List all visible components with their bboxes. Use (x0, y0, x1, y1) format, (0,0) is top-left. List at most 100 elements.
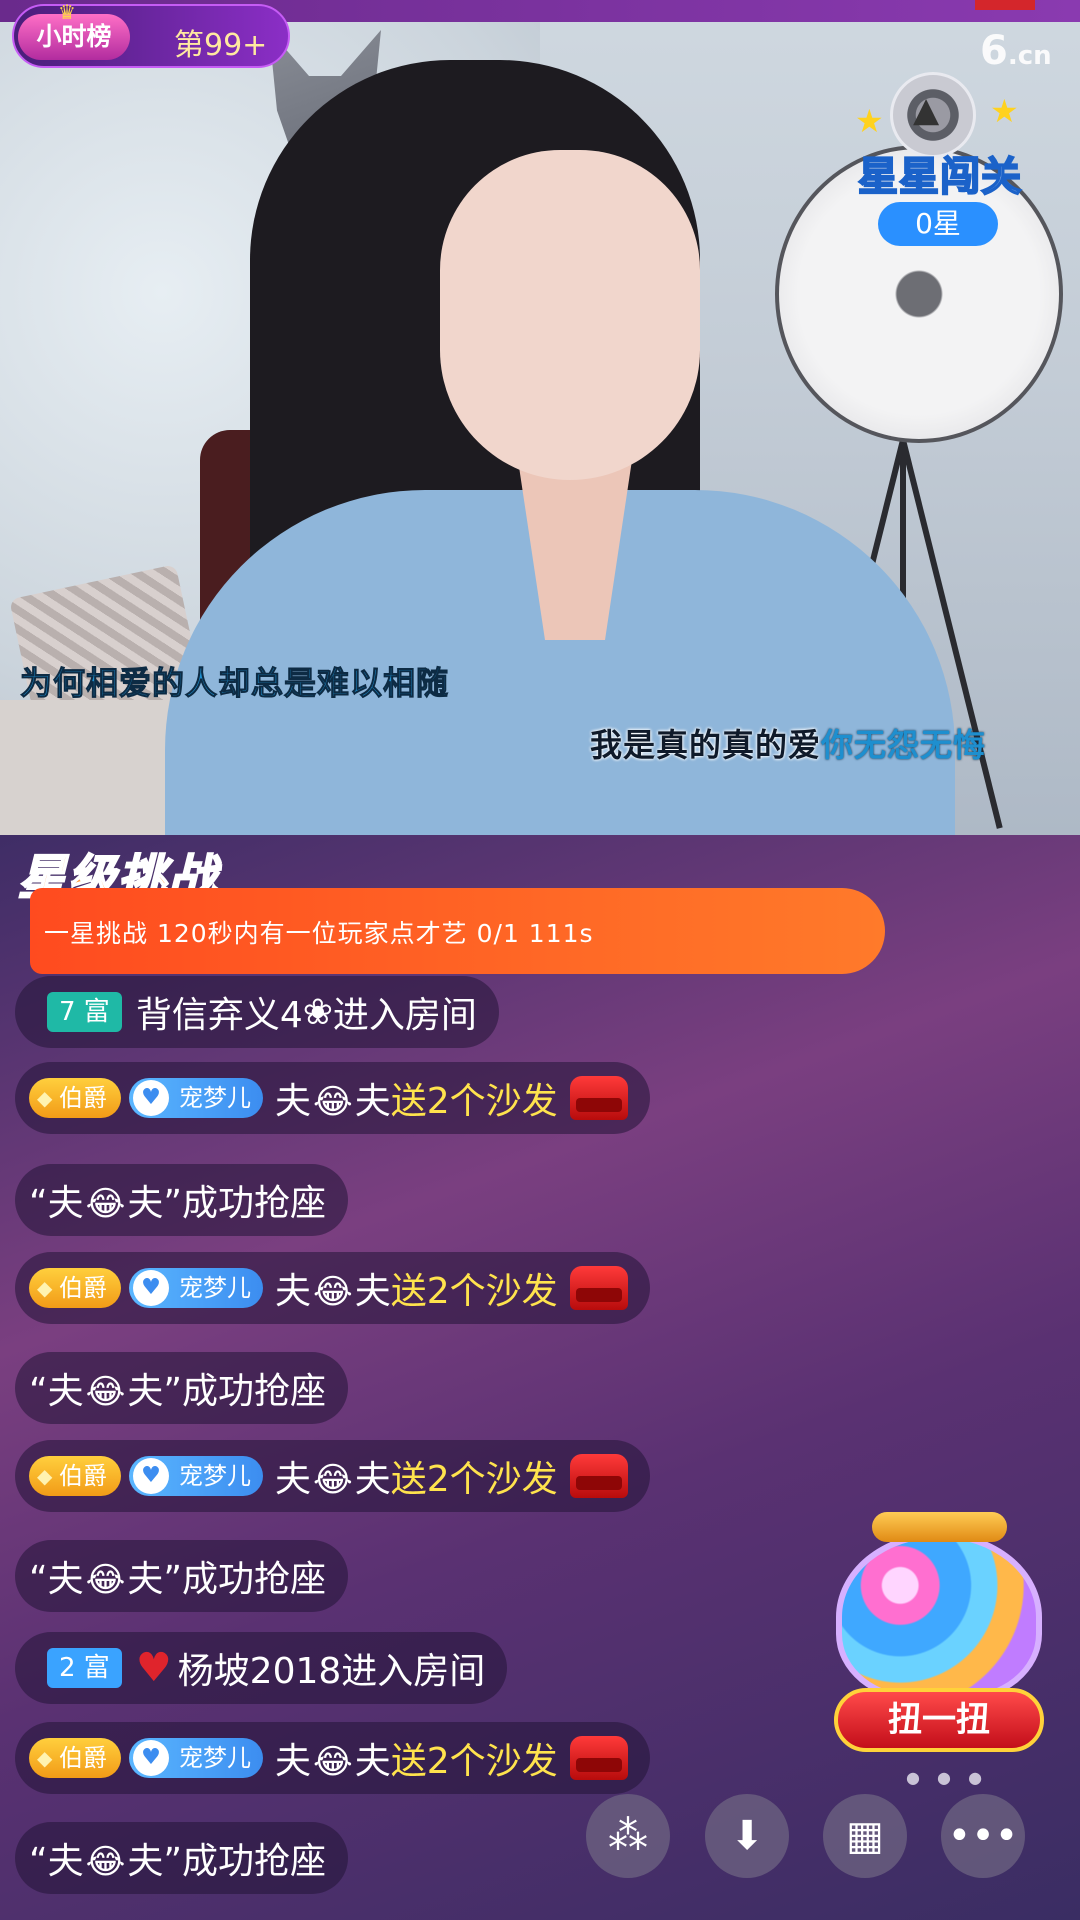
pet-name: 宠梦儿 (179, 1744, 251, 1772)
star-widget-title: 星星闯关 (857, 153, 1022, 201)
username-part: 夫” (127, 1559, 183, 1600)
sofa-gift-icon (569, 1266, 628, 1310)
lyric-line-1: 为何相爱的人却总是难以相随 (19, 664, 450, 703)
heart-icon: ♥ (133, 1270, 169, 1306)
download-icon: ⬇ (730, 1813, 764, 1859)
chat-action: 成功抢座 (182, 1559, 327, 1600)
username-part: 夫” (127, 1371, 183, 1412)
chat-message: 伯爵 ♥ 宠梦儿 夫😂夫 送2个沙发 (15, 1062, 650, 1134)
gacha-cap (872, 1512, 1007, 1542)
wealth-level-badge: 7 富 (47, 992, 122, 1032)
heart-icon: ♥ (133, 1080, 169, 1116)
wealth-level-badge: 2 富 (47, 1648, 122, 1688)
chat-username[interactable]: “夫😂夫” (29, 1832, 182, 1884)
star-icon: ★ (855, 102, 884, 140)
chat-message: 伯爵 ♥ 宠梦儿 夫😂夫 送2个沙发 (15, 1440, 650, 1512)
challenge-text: 一星挑战 120秒内有一位玩家点才艺 0/1 111s (44, 919, 594, 948)
chat-message: “夫😂夫” 成功抢座 (15, 1822, 349, 1894)
username-part: 夫 (275, 1741, 312, 1782)
star-icon: ★ (990, 92, 1019, 130)
username-part: 夫 (275, 1459, 312, 1500)
chat-action: 成功抢座 (182, 1183, 327, 1224)
hourly-rank-button[interactable]: 小时榜 ♛ 第99+ (12, 0, 290, 68)
username-part: 夫 (354, 1741, 391, 1782)
laugh-emoji-icon: 😂 (85, 1184, 126, 1224)
corner-flag (975, 0, 1035, 10)
chat-message: “夫😂夫” 成功抢座 (15, 1540, 349, 1612)
red-heart-icon: ♥ (135, 1645, 172, 1691)
chat-username[interactable]: “夫😂夫” (29, 1550, 182, 1602)
username-part: 夫 (275, 1271, 312, 1312)
gift-text: 送2个沙发 (390, 1081, 558, 1122)
hourly-rank-value: 第99+ (174, 28, 268, 63)
chat-message: 伯爵 ♥ 宠梦儿 夫😂夫 送2个沙发 (15, 1252, 650, 1324)
chat-message: “夫😂夫” 成功抢座 (15, 1352, 349, 1424)
laugh-emoji-icon: 😂 (313, 1742, 353, 1782)
gacha-machine[interactable]: 扭一扭 (832, 1512, 1047, 1757)
challenge-banner[interactable]: 一星挑战 120秒内有一位玩家点才艺 0/1 111s (30, 888, 885, 974)
grid-button[interactable]: ▦ (823, 1794, 907, 1878)
username-part: “夫 (29, 1183, 84, 1224)
download-button[interactable]: ⬇ (705, 1794, 789, 1878)
pet-name: 宠梦儿 (179, 1274, 251, 1302)
crown-icon: ♛ (58, 0, 76, 24)
gift-text: 送2个沙发 (390, 1459, 558, 1500)
lyric-line-2: 我是真的真的爱你无怨无悔 (590, 720, 986, 766)
page-dots: ● ● ● (906, 1768, 989, 1787)
lyric-line-2-a: 我是真的真的爱 (590, 726, 822, 764)
star-count: 0星 (878, 202, 998, 246)
pet-badge: ♥ 宠梦儿 (129, 1738, 263, 1778)
username-part: “夫 (29, 1841, 84, 1882)
chat-action: 成功抢座 (182, 1371, 327, 1412)
lyric-line-2-b: 你无怨无悔 (821, 726, 987, 764)
laugh-emoji-icon: 😂 (313, 1460, 353, 1500)
username-part: 夫” (127, 1183, 183, 1224)
chat-username[interactable]: “夫😂夫” (29, 1174, 182, 1226)
chat-action: 成功抢座 (182, 1841, 327, 1882)
heart-icon: ♥ (133, 1740, 169, 1776)
noble-badge: 伯爵 (29, 1268, 121, 1308)
sofa-gift-icon (569, 1736, 628, 1780)
chat-action: 进入房间 (332, 995, 477, 1036)
pet-badge: ♥ 宠梦儿 (129, 1078, 263, 1118)
chat-message: 伯爵 ♥ 宠梦儿 夫😂夫 送2个沙发 (15, 1722, 650, 1794)
pet-name: 宠梦儿 (179, 1084, 251, 1112)
chat-username[interactable]: 夫😂夫 (275, 1732, 391, 1784)
heart-icon: ♥ (133, 1458, 169, 1494)
laugh-emoji-icon: 😂 (85, 1560, 126, 1600)
twist-button[interactable]: 扭一扭 (834, 1688, 1044, 1752)
star-challenge-widget[interactable]: ▲ ★ ★ 星星闯关 0星 (840, 52, 1040, 252)
chat-username[interactable]: 杨坡2018 (178, 1642, 342, 1694)
chat-username[interactable]: 夫😂夫 (275, 1450, 391, 1502)
pet-badge: ♥ 宠梦儿 (129, 1268, 263, 1308)
streamer-face (440, 150, 700, 480)
more-icon: ••• (947, 1813, 1019, 1859)
laugh-emoji-icon: 😂 (85, 1372, 126, 1412)
laugh-emoji-icon: 😂 (85, 1842, 126, 1882)
share-icon: ⁂ (608, 1813, 648, 1859)
grid-icon: ▦ (846, 1813, 884, 1859)
username-part: “夫 (29, 1559, 84, 1600)
noble-badge: 伯爵 (29, 1078, 121, 1118)
username-part: 夫 (354, 1459, 391, 1500)
pet-name: 宠梦儿 (179, 1462, 251, 1490)
chat-username[interactable]: “夫😂夫” (29, 1362, 182, 1414)
username-part: “夫 (29, 1371, 84, 1412)
chat-message: 7 富 背信弃义4 ❀ 进入房间 (15, 976, 499, 1048)
share-button[interactable]: ⁂ (586, 1794, 670, 1878)
chat-action: 进入房间 (341, 1651, 486, 1692)
username-part: 夫 (354, 1271, 391, 1312)
chat-username[interactable]: 夫😂夫 (275, 1262, 391, 1314)
chat-username[interactable]: 背信弃义4 (136, 986, 303, 1038)
noble-badge: 伯爵 (29, 1456, 121, 1496)
sofa-gift-icon (569, 1454, 628, 1498)
gacha-globe (836, 1532, 1042, 1702)
sofa-gift-icon (569, 1076, 628, 1120)
gift-text: 送2个沙发 (390, 1271, 558, 1312)
chat-username[interactable]: 夫😂夫 (275, 1072, 391, 1124)
noble-badge: 伯爵 (29, 1738, 121, 1778)
flower-icon: ❀ (302, 991, 333, 1033)
chat-message: “夫😂夫” 成功抢座 (15, 1164, 349, 1236)
username-part: 夫 (275, 1081, 312, 1122)
more-button[interactable]: ••• (941, 1794, 1025, 1878)
